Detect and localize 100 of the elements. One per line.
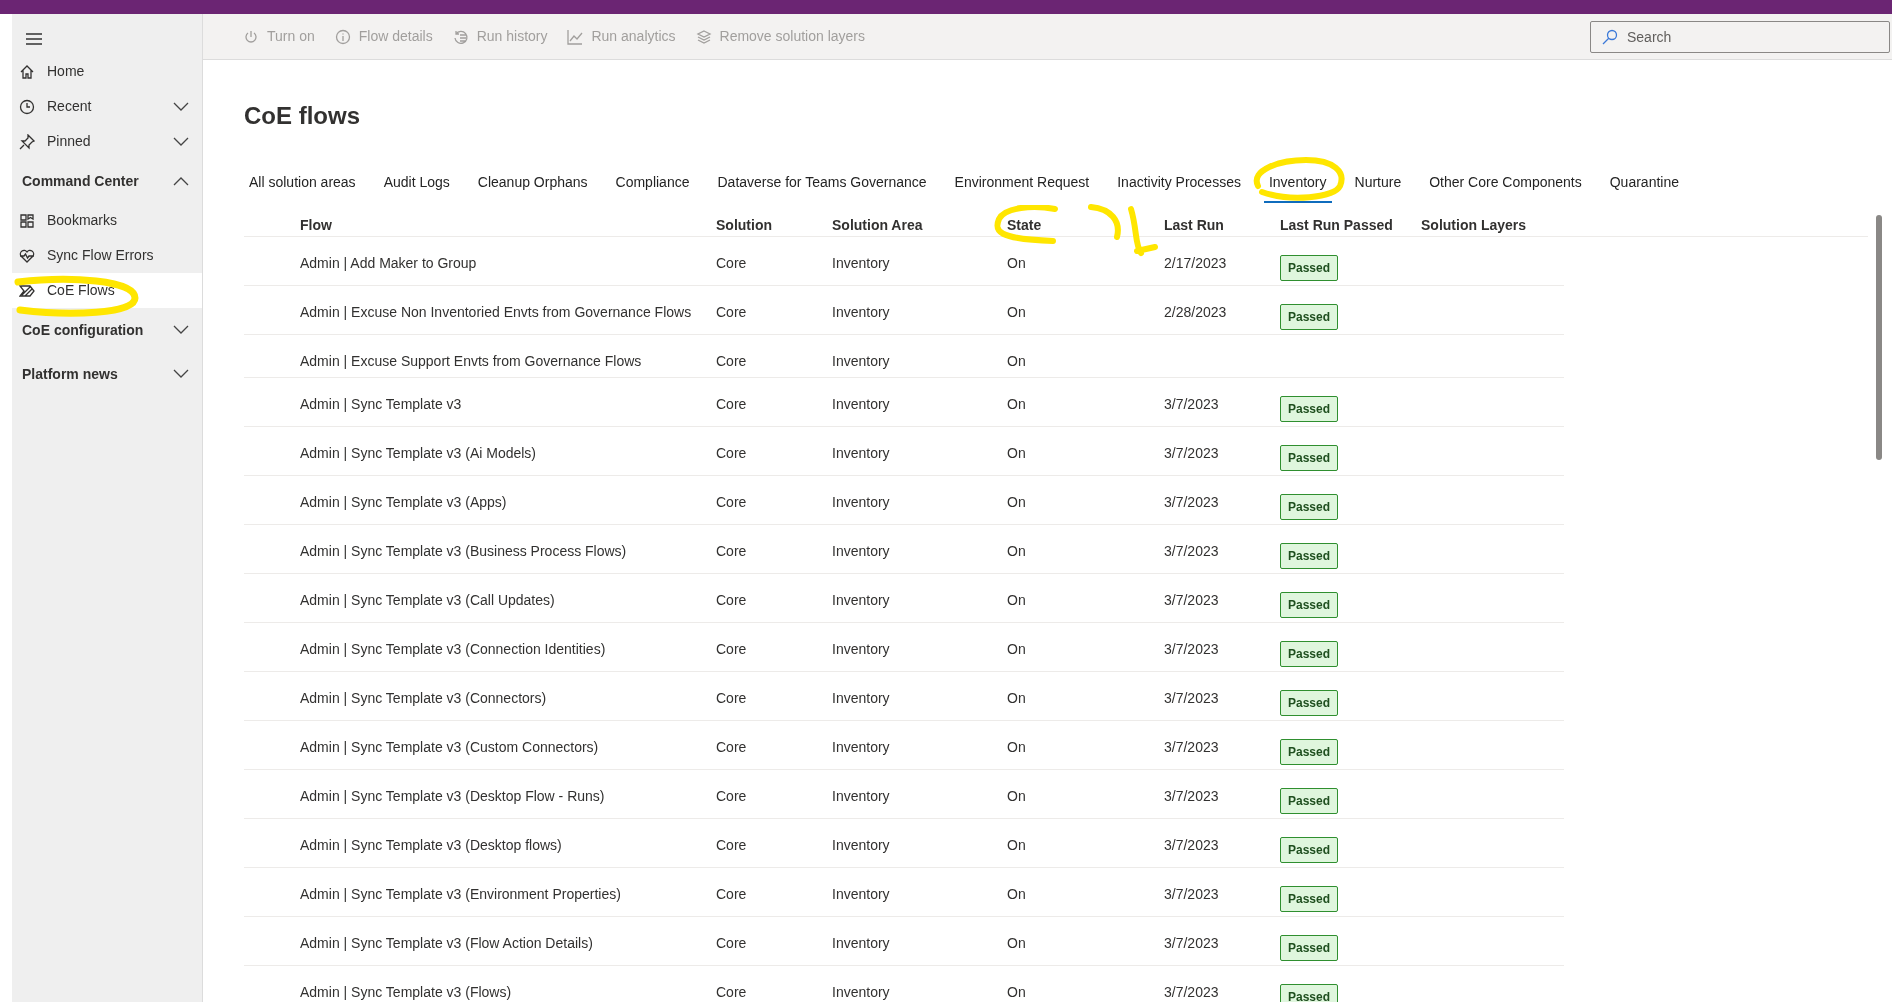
table-row[interactable]: Admin | Excuse Non Inventoried Envts from Governance Flows Core Inventory On 2/28/2023 Passed xyxy=(244,286,1564,335)
flow-cell-text: Admin | Add Maker to Group xyxy=(300,254,478,273)
tab[interactable]: Inventory xyxy=(1263,164,1332,203)
state-cell-text: On xyxy=(1007,836,1027,855)
table-row[interactable]: Admin | Sync Template v3 (Connectors) Core Inventory On 3/7/2023 Passed xyxy=(244,672,1564,721)
tab[interactable]: Nurture xyxy=(1349,164,1407,203)
tab[interactable]: Quarantine xyxy=(1604,164,1684,203)
table-row[interactable]: Admin | Sync Template v3 (Flows) Core Inventory On 3/7/2023 Passed xyxy=(244,966,1564,1002)
tab[interactable]: Inactivity Processes xyxy=(1112,164,1246,203)
flow-cell-text: Admin | Sync Template v3 (Desktop Flow - Runs) xyxy=(300,787,606,806)
table-row[interactable]: Admin | Sync Template v3 (Desktop flows) Core Inventory On 3/7/2023 Passed xyxy=(244,819,1564,868)
column-header[interactable]: Solution xyxy=(716,217,772,233)
info-icon xyxy=(334,28,351,45)
status-badge: Passed xyxy=(1280,935,1339,961)
nav-label: Bookmarks xyxy=(47,211,118,230)
chevron-icon xyxy=(173,369,189,379)
tab[interactable]: All solution areas xyxy=(244,164,361,203)
search-field[interactable]: Search xyxy=(1590,20,1890,53)
date-cell: 3/7/2023 xyxy=(1164,837,1219,853)
solution-cell-text: Core xyxy=(716,493,748,512)
status-badge: Passed xyxy=(1280,543,1339,569)
nav-item[interactable]: Bookmarks xyxy=(12,203,202,238)
flow-cell-text: Admin | Sync Template v3 (Flow Action Details) xyxy=(300,934,594,953)
flow-cell-text: Admin | Excuse Support Envts from Governance Flows xyxy=(300,352,643,371)
column-header[interactable]: State xyxy=(1007,217,1042,233)
nav-group-header[interactable]: CoE configuration xyxy=(12,308,202,352)
area-cell-text: Inventory xyxy=(832,787,891,806)
history-icon xyxy=(452,28,469,45)
nav-label: CoE Flows xyxy=(47,281,115,300)
flow-cell-text: Admin | Sync Template v3 (Business Process Flows) xyxy=(300,542,628,561)
table-row[interactable]: Admin | Sync Template v3 (Custom Connectors) Core Inventory On 3/7/2023 Passed xyxy=(244,721,1564,770)
solution-cell-text: Core xyxy=(716,542,748,561)
solution-cell-text: Core xyxy=(716,444,748,463)
state-cell-text: On xyxy=(1007,689,1027,708)
table-row[interactable]: Admin | Excuse Support Envts from Governance Flows Core Inventory On xyxy=(244,335,1564,378)
flow-cell-text: Admin | Excuse Non Inventoried Envts from Governance Flows xyxy=(300,303,693,322)
area-cell-text: Inventory xyxy=(832,836,891,855)
date-cell: 3/7/2023 xyxy=(1164,886,1219,902)
tab[interactable]: Cleanup Orphans xyxy=(472,164,593,203)
marker-scribble xyxy=(1087,203,1159,259)
area-cell-text: Inventory xyxy=(832,640,891,659)
tab[interactable]: Environment Request xyxy=(949,164,1095,203)
column-header[interactable]: Last Run Passed xyxy=(1280,217,1393,233)
nav-item[interactable]: Pinned xyxy=(12,124,202,159)
solution-cell-text: Core xyxy=(716,934,748,953)
flow-cell-text: Admin | Sync Template v3 xyxy=(300,395,463,414)
solution-cell-text: Core xyxy=(716,738,748,757)
table-row[interactable]: Admin | Add Maker to Group Core Inventory On 2/17/2023 Passed xyxy=(244,237,1564,286)
table-row[interactable]: Admin | Sync Template v3 (Desktop Flow - Runs) Core Inventory On 3/7/2023 Passed xyxy=(244,770,1564,819)
flow-cell-text: Admin | Sync Template v3 (Flows) xyxy=(300,983,513,1002)
flow-cell-text: Admin | Sync Template v3 (Call Updates) xyxy=(300,591,556,610)
solution-cell-text: Core xyxy=(716,591,748,610)
solution-cell-text: Core xyxy=(716,640,748,659)
status-badge: Passed xyxy=(1280,690,1339,716)
flow-cell-text: Admin | Sync Template v3 (Connectors) xyxy=(300,689,548,708)
nav-item[interactable]: Sync Flow Errors xyxy=(12,238,202,273)
layers-icon xyxy=(695,28,712,45)
area-cell-text: Inventory xyxy=(832,934,891,953)
column-header[interactable]: Solution Area xyxy=(832,217,923,233)
solution-cell-text: Core xyxy=(716,254,748,273)
group-label: CoE configuration xyxy=(22,320,145,340)
table-row[interactable]: Admin | Sync Template v3 (Connection Identities) Core Inventory On 3/7/2023 Passed xyxy=(244,623,1564,672)
nav-item[interactable]: Home xyxy=(12,54,202,89)
power-icon xyxy=(243,28,259,45)
chart-icon xyxy=(567,28,584,45)
chevron-icon xyxy=(173,101,189,112)
area-cell-text: Inventory xyxy=(832,493,891,512)
table-row[interactable]: Admin | Sync Template v3 (Environment Properties) Core Inventory On 3/7/2023 Passed xyxy=(244,868,1564,917)
status-badge: Passed xyxy=(1280,445,1339,471)
table-row[interactable]: Admin | Sync Template v3 (Ai Models) Core Inventory On 3/7/2023 Passed xyxy=(244,427,1564,476)
solution-cell-text: Core xyxy=(716,836,748,855)
solution-cell-text: Core xyxy=(716,303,748,322)
tab[interactable]: Audit Logs xyxy=(378,164,455,203)
table-row[interactable]: Admin | Sync Template v3 (Flow Action Details) Core Inventory On 3/7/2023 Passed xyxy=(244,917,1564,966)
nav-label: Home xyxy=(47,62,86,81)
grid-icon xyxy=(19,212,35,229)
column-header[interactable]: Last Run xyxy=(1164,217,1224,233)
column-header[interactable]: Solution Layers xyxy=(1421,217,1527,233)
solution-cell-text: Core xyxy=(716,885,748,904)
status-badge: Passed xyxy=(1280,396,1339,422)
table-row[interactable]: Admin | Sync Template v3 (Call Updates) Core Inventory On 3/7/2023 Passed xyxy=(244,574,1564,623)
tab[interactable]: Other Core Components xyxy=(1424,164,1587,203)
solution-cell-text: Core xyxy=(716,983,748,1002)
table-row[interactable]: Admin | Sync Template v3 (Business Process Flows) Core Inventory On 3/7/2023 Passed xyxy=(244,525,1564,574)
state-cell-text: On xyxy=(1007,640,1027,659)
tab[interactable]: Compliance xyxy=(610,164,695,203)
tab[interactable]: Dataverse for Teams Governance xyxy=(712,164,932,203)
table-row[interactable]: Admin | Sync Template v3 Core Inventory On 3/7/2023 Passed xyxy=(244,378,1564,427)
column-header[interactable]: Flow xyxy=(300,217,332,233)
table-row[interactable]: Admin | Sync Template v3 (Apps) Core Inventory On 3/7/2023 Passed xyxy=(244,476,1564,525)
page-title: CoE flows xyxy=(244,101,361,131)
date-cell: 3/7/2023 xyxy=(1164,592,1219,608)
date-cell: 3/7/2023 xyxy=(1164,543,1219,559)
nav-group-header[interactable]: Platform news xyxy=(12,352,202,396)
date-cell: 3/7/2023 xyxy=(1164,641,1219,657)
nav-item[interactable]: Recent xyxy=(12,89,202,124)
status-badge: Passed xyxy=(1280,641,1339,667)
nav-group-header[interactable]: Command Center xyxy=(12,159,202,203)
chevron-icon xyxy=(173,325,189,335)
state-cell-text: On xyxy=(1007,444,1027,463)
